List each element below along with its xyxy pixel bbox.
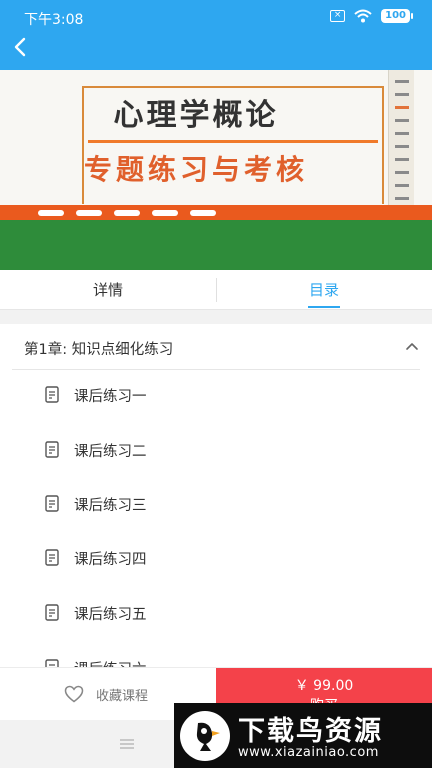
chevron-up-icon[interactable] bbox=[404, 338, 420, 354]
cover-green-band bbox=[0, 220, 432, 270]
lesson-item[interactable]: 课后练习二 bbox=[0, 430, 432, 470]
bird-logo-icon bbox=[180, 711, 230, 761]
document-icon bbox=[45, 495, 59, 512]
header-bar: 下午3:08 × 100 bbox=[0, 0, 432, 70]
lesson-label: 课后练习三 bbox=[74, 498, 147, 514]
heart-icon bbox=[64, 685, 84, 703]
tab-bar: 详情 目录 bbox=[0, 270, 432, 310]
tab-details[interactable]: 详情 bbox=[0, 270, 216, 310]
watermark-url: www.xiazainiao.com bbox=[238, 745, 379, 760]
no-sim-icon: × bbox=[330, 10, 346, 22]
chapter-header[interactable]: 第1章: 知识点细化练习 bbox=[0, 324, 432, 370]
status-time: 下午3:08 bbox=[24, 12, 84, 28]
back-button[interactable] bbox=[6, 32, 34, 62]
lesson-item[interactable]: 课后练习四 bbox=[0, 538, 432, 578]
menu-icon[interactable] bbox=[120, 739, 134, 749]
chapter-divider bbox=[12, 369, 420, 370]
document-icon bbox=[45, 386, 59, 403]
chapter-title: 第1章: 知识点细化练习 bbox=[24, 342, 174, 358]
lesson-label: 课后练习六 bbox=[74, 658, 147, 667]
lesson-item[interactable]: 课后练习三 bbox=[0, 484, 432, 524]
cover-title: 心理学概论 bbox=[113, 98, 279, 133]
site-watermark: 下载鸟资源 www.xiazainiao.com bbox=[174, 703, 432, 768]
wifi-icon bbox=[354, 9, 372, 23]
lesson-item[interactable]: 课后练习六 bbox=[0, 648, 432, 667]
cover-dots bbox=[38, 210, 216, 216]
price-label: ￥ 99.00 bbox=[294, 678, 354, 694]
lesson-label: 课后练习五 bbox=[74, 607, 147, 623]
status-bar: 下午3:08 × 100 bbox=[0, 0, 432, 34]
lesson-item[interactable]: 课后练习一 bbox=[0, 375, 432, 415]
lesson-item[interactable]: 课后练习五 bbox=[0, 593, 432, 633]
cover-divider bbox=[88, 140, 378, 143]
document-icon bbox=[45, 441, 59, 458]
status-icons: × 100 bbox=[330, 9, 413, 23]
document-icon bbox=[45, 659, 59, 667]
lesson-label: 课后练习一 bbox=[74, 389, 147, 405]
document-icon bbox=[45, 604, 59, 621]
watermark-title: 下载鸟资源 bbox=[238, 716, 383, 747]
lesson-label: 课后练习二 bbox=[74, 444, 147, 460]
chevron-left-icon bbox=[14, 37, 26, 57]
battery-icon: 100 bbox=[381, 9, 413, 23]
course-cover-banner: 心理学概论 专题练习与考核 bbox=[0, 70, 432, 270]
document-icon bbox=[45, 549, 59, 566]
catalog-list: 第1章: 知识点细化练习 课后练习一 课后练习二 课后练习三 课后练习四 课后练… bbox=[0, 324, 432, 667]
favorite-label: 收藏课程 bbox=[96, 689, 149, 704]
lesson-label: 课后练习四 bbox=[74, 552, 147, 568]
tab-catalog[interactable]: 目录 bbox=[216, 270, 432, 310]
cover-subtitle: 专题练习与考核 bbox=[83, 153, 308, 186]
